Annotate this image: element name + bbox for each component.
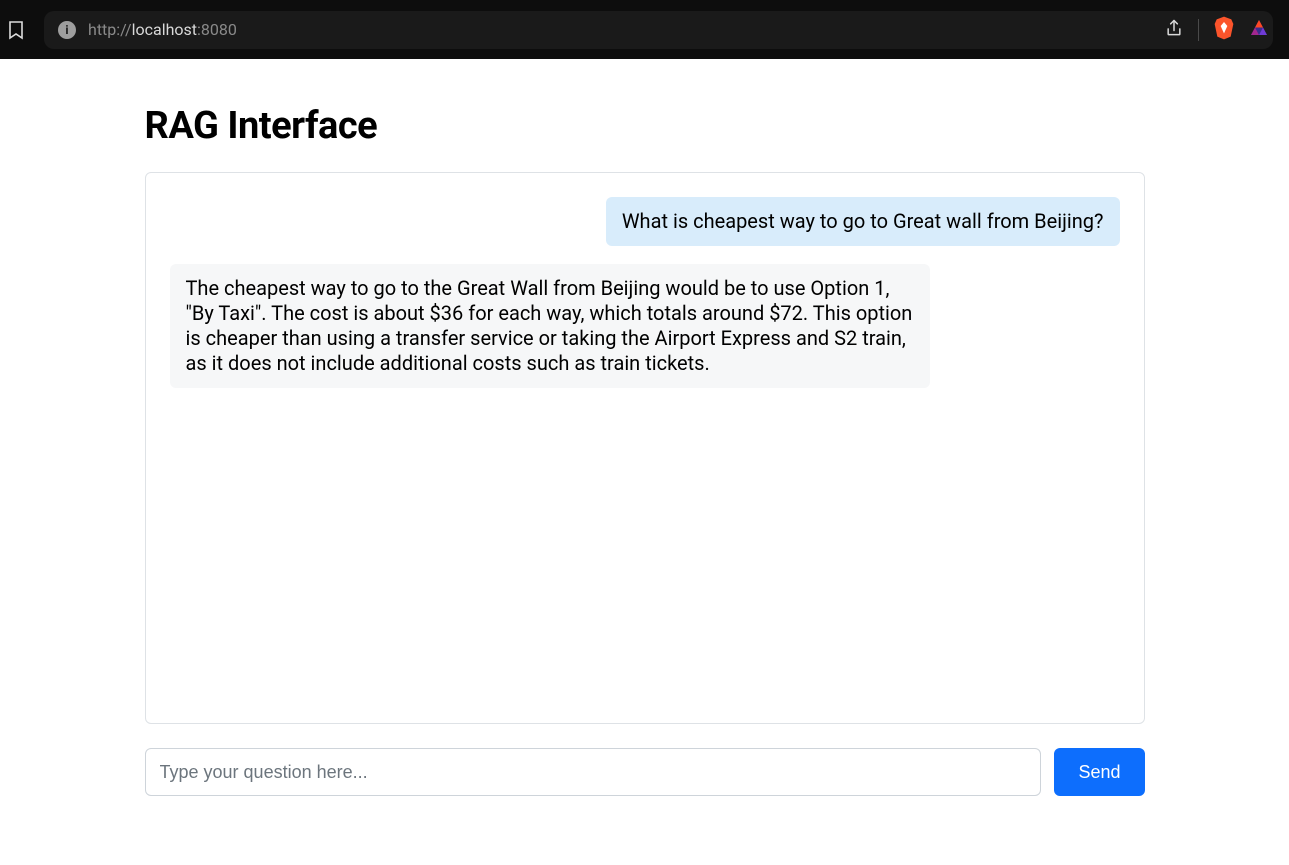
- chat-history[interactable]: What is cheapest way to go to Great wall…: [145, 172, 1145, 724]
- chat-message-assistant: The cheapest way to go to the Great Wall…: [170, 264, 1120, 388]
- bookmark-icon[interactable]: [4, 18, 28, 42]
- user-message-bubble: What is cheapest way to go to Great wall…: [606, 197, 1120, 246]
- send-button[interactable]: Send: [1054, 748, 1144, 796]
- address-bar[interactable]: i http://localhost:8080: [44, 11, 1273, 49]
- toolbar-right-icons: [1164, 16, 1269, 44]
- url-host: localhost: [132, 20, 197, 39]
- browser-toolbar: i http://localhost:8080: [0, 0, 1289, 59]
- url-port: :8080: [197, 20, 237, 39]
- brave-rewards-icon[interactable]: [1249, 18, 1269, 42]
- composer: Send: [145, 748, 1145, 796]
- question-input[interactable]: [145, 748, 1042, 796]
- brave-shields-icon[interactable]: [1213, 16, 1235, 44]
- page-body: RAG Interface What is cheapest way to go…: [0, 59, 1289, 796]
- url-text: http://localhost:8080: [88, 20, 237, 39]
- site-info-glyph: i: [65, 24, 68, 36]
- site-info-icon[interactable]: i: [58, 21, 76, 39]
- toolbar-divider: [1198, 19, 1199, 41]
- share-icon[interactable]: [1164, 18, 1184, 42]
- content-container: RAG Interface What is cheapest way to go…: [145, 104, 1145, 796]
- page-title: RAG Interface: [145, 104, 1145, 148]
- url-protocol: http://: [88, 20, 132, 39]
- assistant-message-bubble: The cheapest way to go to the Great Wall…: [170, 264, 930, 388]
- chat-message-user: What is cheapest way to go to Great wall…: [170, 197, 1120, 246]
